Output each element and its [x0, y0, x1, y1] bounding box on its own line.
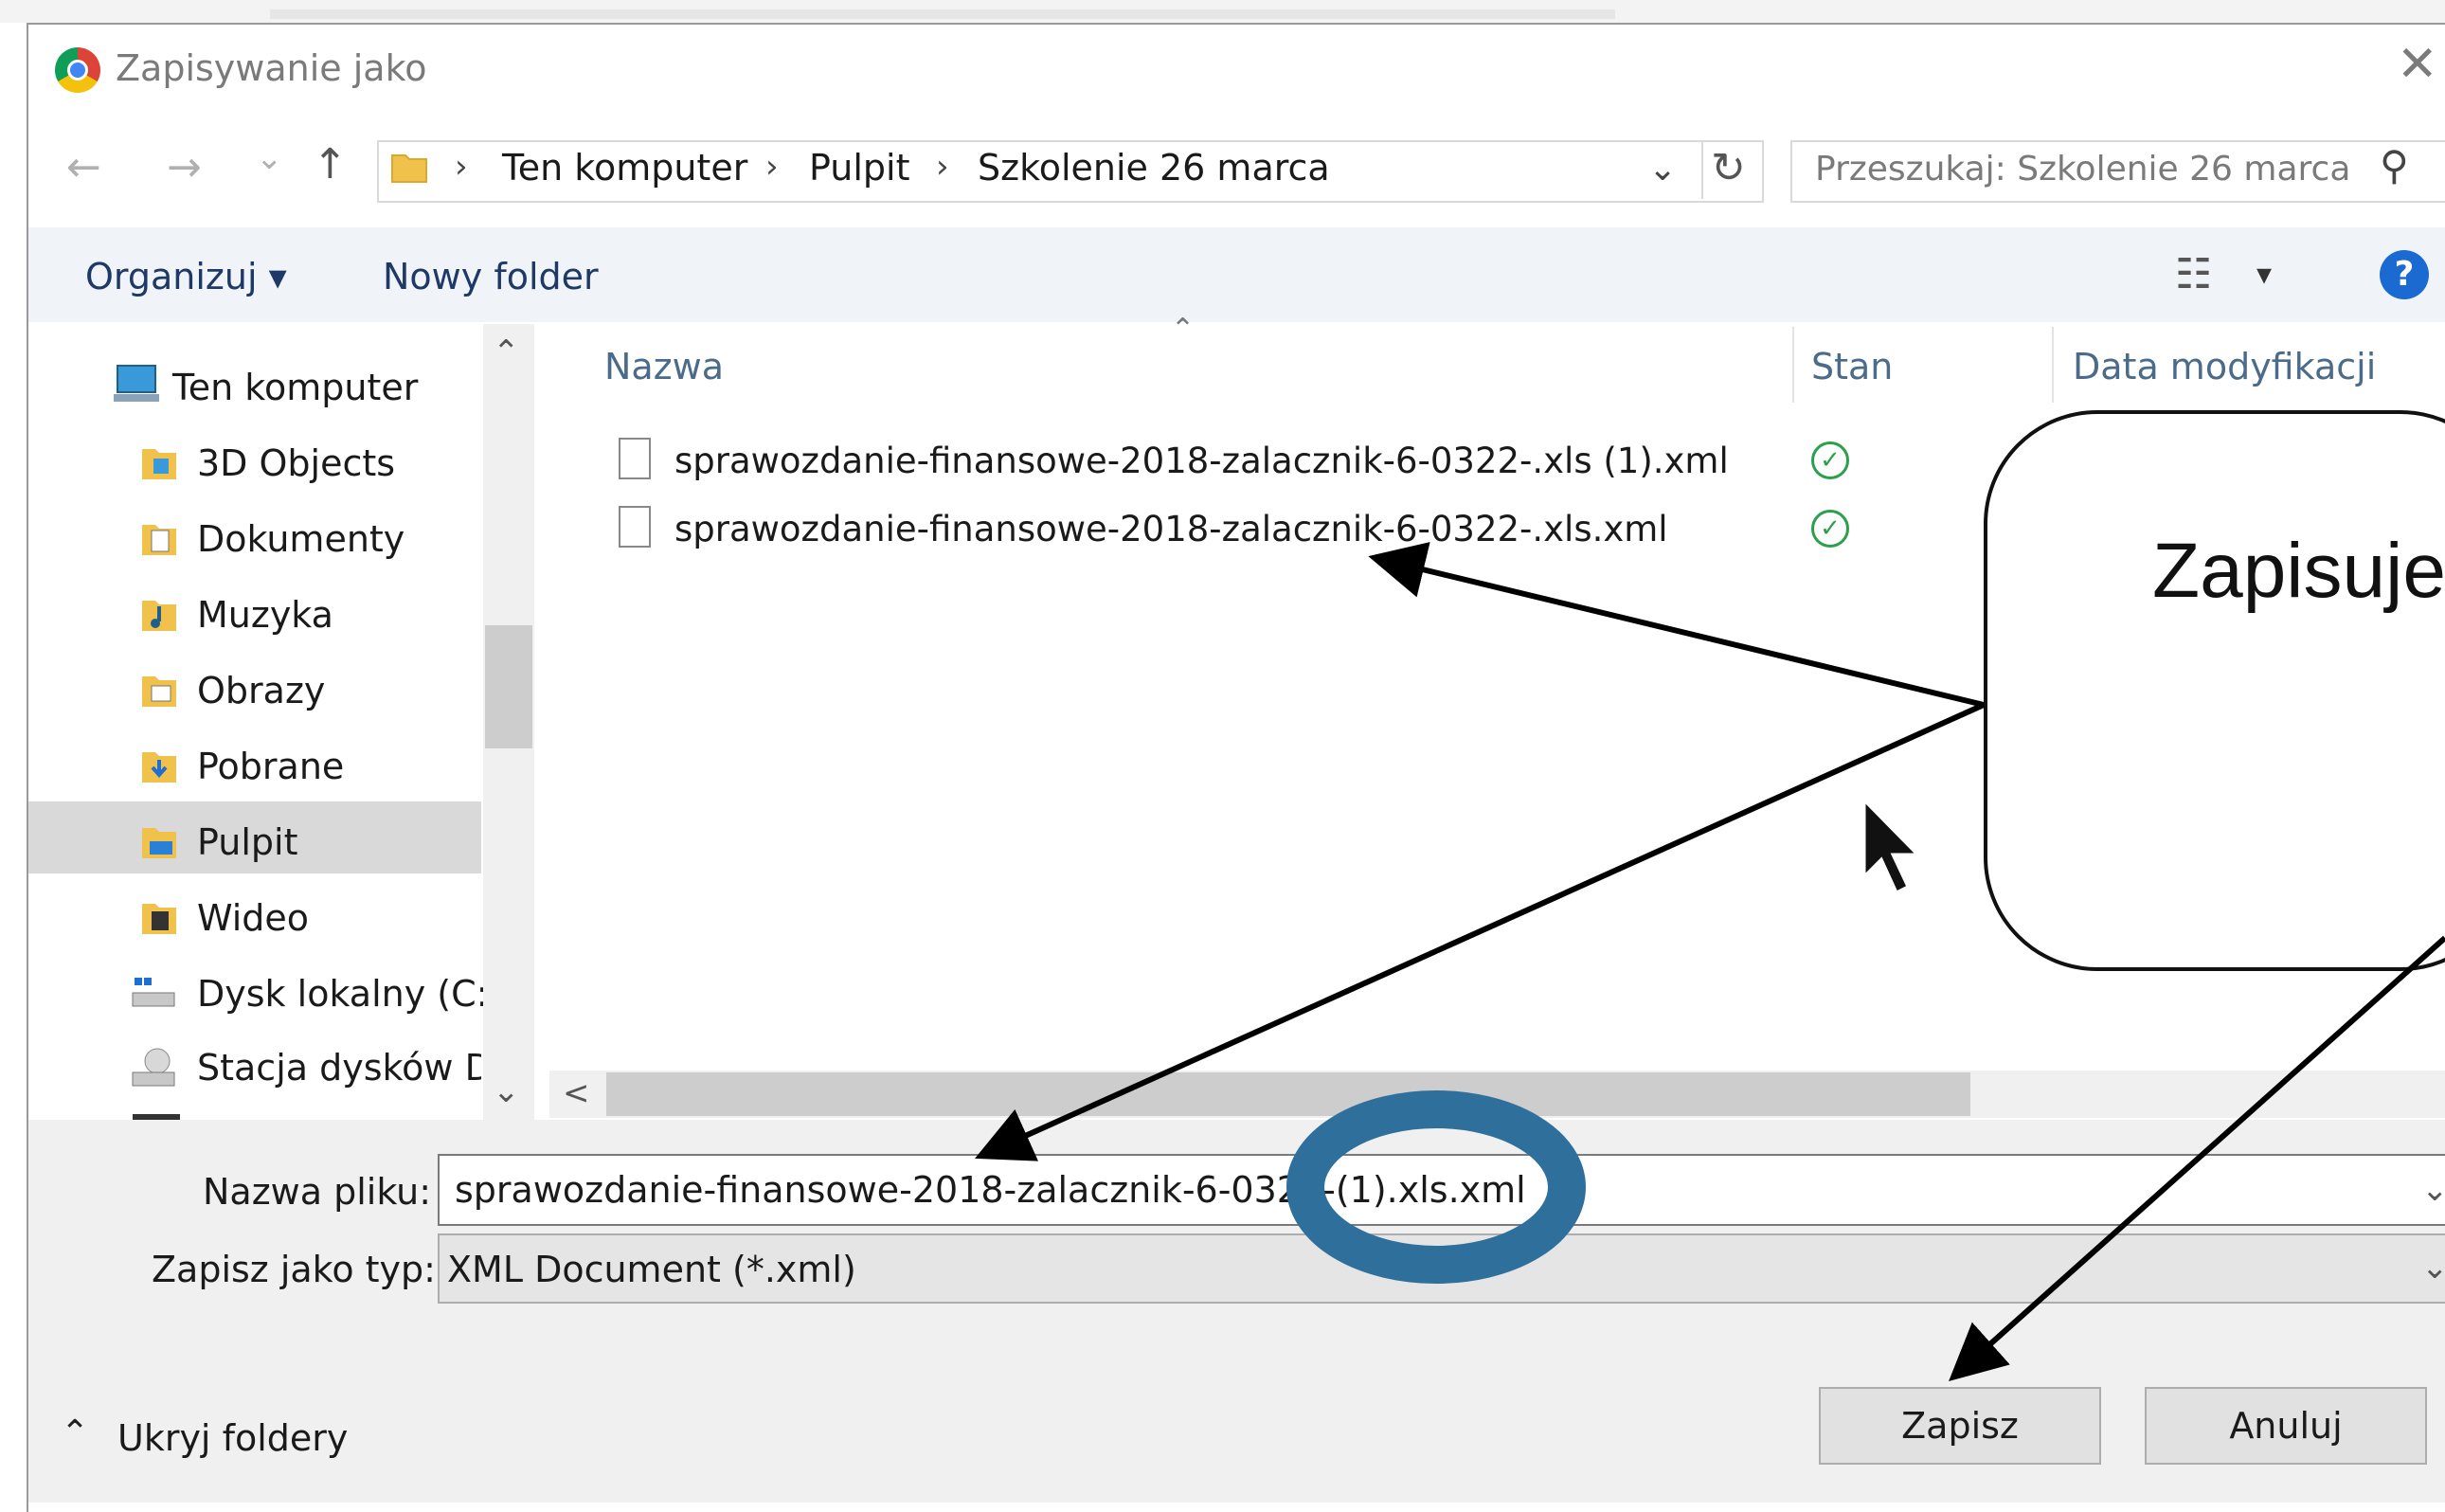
window-title: Zapisywanie jako	[116, 47, 427, 89]
column-divider[interactable]	[1792, 327, 1794, 403]
column-header-name[interactable]: Nazwa	[604, 346, 724, 387]
nav-pane-scroll-thumb[interactable]	[485, 625, 532, 748]
cancel-button[interactable]: Anuluj	[2145, 1387, 2427, 1465]
file-name[interactable]: sprawozdanie-finansowe-2018-zalacznik-6-…	[674, 509, 1668, 549]
nav-item-dokumenty[interactable]: Dokumenty	[197, 518, 405, 560]
nav-item-pulpit[interactable]: Pulpit	[197, 821, 297, 863]
video-icon	[142, 904, 176, 934]
file-list-hscroll-thumb[interactable]	[606, 1072, 1970, 1116]
column-header-modified[interactable]: Data modyfikacji	[2073, 346, 2376, 387]
folder-3d-icon	[142, 449, 176, 479]
filetype-label: Zapisz jako typ:	[152, 1249, 436, 1290]
nav-item-stacja-dyskow[interactable]: Stacja dysków D	[197, 1047, 481, 1089]
file-name[interactable]: sprawozdanie-finansowe-2018-zalacznik-6-…	[674, 441, 1729, 481]
nav-item-wideo[interactable]: Wideo	[197, 897, 309, 939]
new-folder-button[interactable]: Nowy folder	[383, 256, 599, 297]
sync-status-check-icon: ✓	[1811, 441, 1849, 479]
filetype-value[interactable]: XML Document (*.xml)	[447, 1249, 856, 1290]
pictures-icon	[142, 676, 176, 707]
breadcrumb-pulpit[interactable]: Pulpit	[809, 147, 909, 189]
breadcrumb-separator: ›	[765, 148, 779, 186]
dvd-drive-icon	[132, 1048, 175, 1087]
breadcrumb-ten-komputer[interactable]: Ten komputer	[502, 147, 747, 189]
nav-scroll-up-icon[interactable]: ⌃	[493, 333, 520, 371]
file-icon	[619, 438, 651, 479]
filetype-dropdown-icon[interactable]: ⌄	[2421, 1249, 2445, 1287]
nav-item-muzyka[interactable]: Muzyka	[197, 594, 333, 636]
downloads-icon	[142, 752, 176, 783]
sync-status-check-icon: ✓	[1811, 510, 1849, 548]
hide-folders-button[interactable]: Ukryj foldery	[117, 1417, 348, 1459]
nav-scroll-down-icon[interactable]: ⌄	[493, 1072, 520, 1110]
annotation-callout-text: Zapisujemy	[2152, 528, 2445, 614]
computer-icon	[114, 365, 159, 402]
organize-menu-button[interactable]: Organizuj ▾	[85, 256, 287, 297]
view-options-icon[interactable]: ☷	[2175, 250, 2212, 298]
refresh-icon: ↻	[1711, 144, 1746, 192]
save-button[interactable]: Zapisz	[1819, 1387, 2101, 1465]
file-icon	[619, 506, 651, 548]
close-icon[interactable]: ✕	[2397, 40, 2438, 89]
forward-arrow-icon[interactable]: →	[167, 147, 202, 189]
chrome-icon	[55, 47, 100, 93]
filename-value[interactable]: sprawozdanie-finansowe-2018-zalacznik-6-…	[455, 1169, 1526, 1211]
filename-label: Nazwa pliku:	[203, 1171, 432, 1213]
music-icon	[142, 601, 176, 631]
sort-ascending-icon: ⌃	[1171, 313, 1196, 346]
nav-item-dysk-c[interactable]: Dysk lokalny (C:)	[197, 973, 502, 1015]
folder-icon	[391, 154, 427, 183]
recent-locations-chevron-icon[interactable]: ⌄	[256, 142, 283, 174]
column-header-status[interactable]: Stan	[1811, 346, 1893, 387]
desktop-icon	[142, 828, 176, 858]
nav-item-obrazy[interactable]: Obrazy	[197, 670, 325, 711]
breadcrumb-separator: ›	[455, 148, 468, 186]
nav-item-3d-objects[interactable]: 3D Objects	[197, 442, 395, 484]
column-divider[interactable]	[2052, 327, 2054, 403]
search-placeholder: Przeszukaj: Szkolenie 26 marca	[1815, 150, 2351, 189]
hide-folders-chevron-icon[interactable]: ⌃	[61, 1413, 89, 1452]
nav-item-ten-komputer[interactable]: Ten komputer	[172, 367, 418, 408]
filename-dropdown-icon[interactable]: ⌄	[2421, 1171, 2445, 1209]
search-icon[interactable]: ⚲	[2380, 142, 2409, 189]
back-arrow-icon[interactable]: ←	[66, 147, 101, 189]
documents-icon	[142, 525, 176, 555]
view-dropdown-icon[interactable]: ▾	[2256, 256, 2272, 292]
help-icon[interactable]: ?	[2380, 250, 2429, 299]
breadcrumb-separator: ›	[936, 148, 949, 186]
up-arrow-icon[interactable]: ↑	[313, 144, 348, 186]
address-dropdown-chevron-icon[interactable]: ⌄	[1648, 150, 1677, 189]
drive-icon	[132, 978, 175, 1007]
hscroll-left-icon[interactable]: <	[563, 1074, 590, 1112]
annotation-callout	[1984, 410, 2445, 971]
background-window-bar	[270, 9, 1615, 19]
breadcrumb-szkolenie[interactable]: Szkolenie 26 marca	[978, 147, 1330, 189]
nav-item-pobrane[interactable]: Pobrane	[197, 746, 344, 787]
